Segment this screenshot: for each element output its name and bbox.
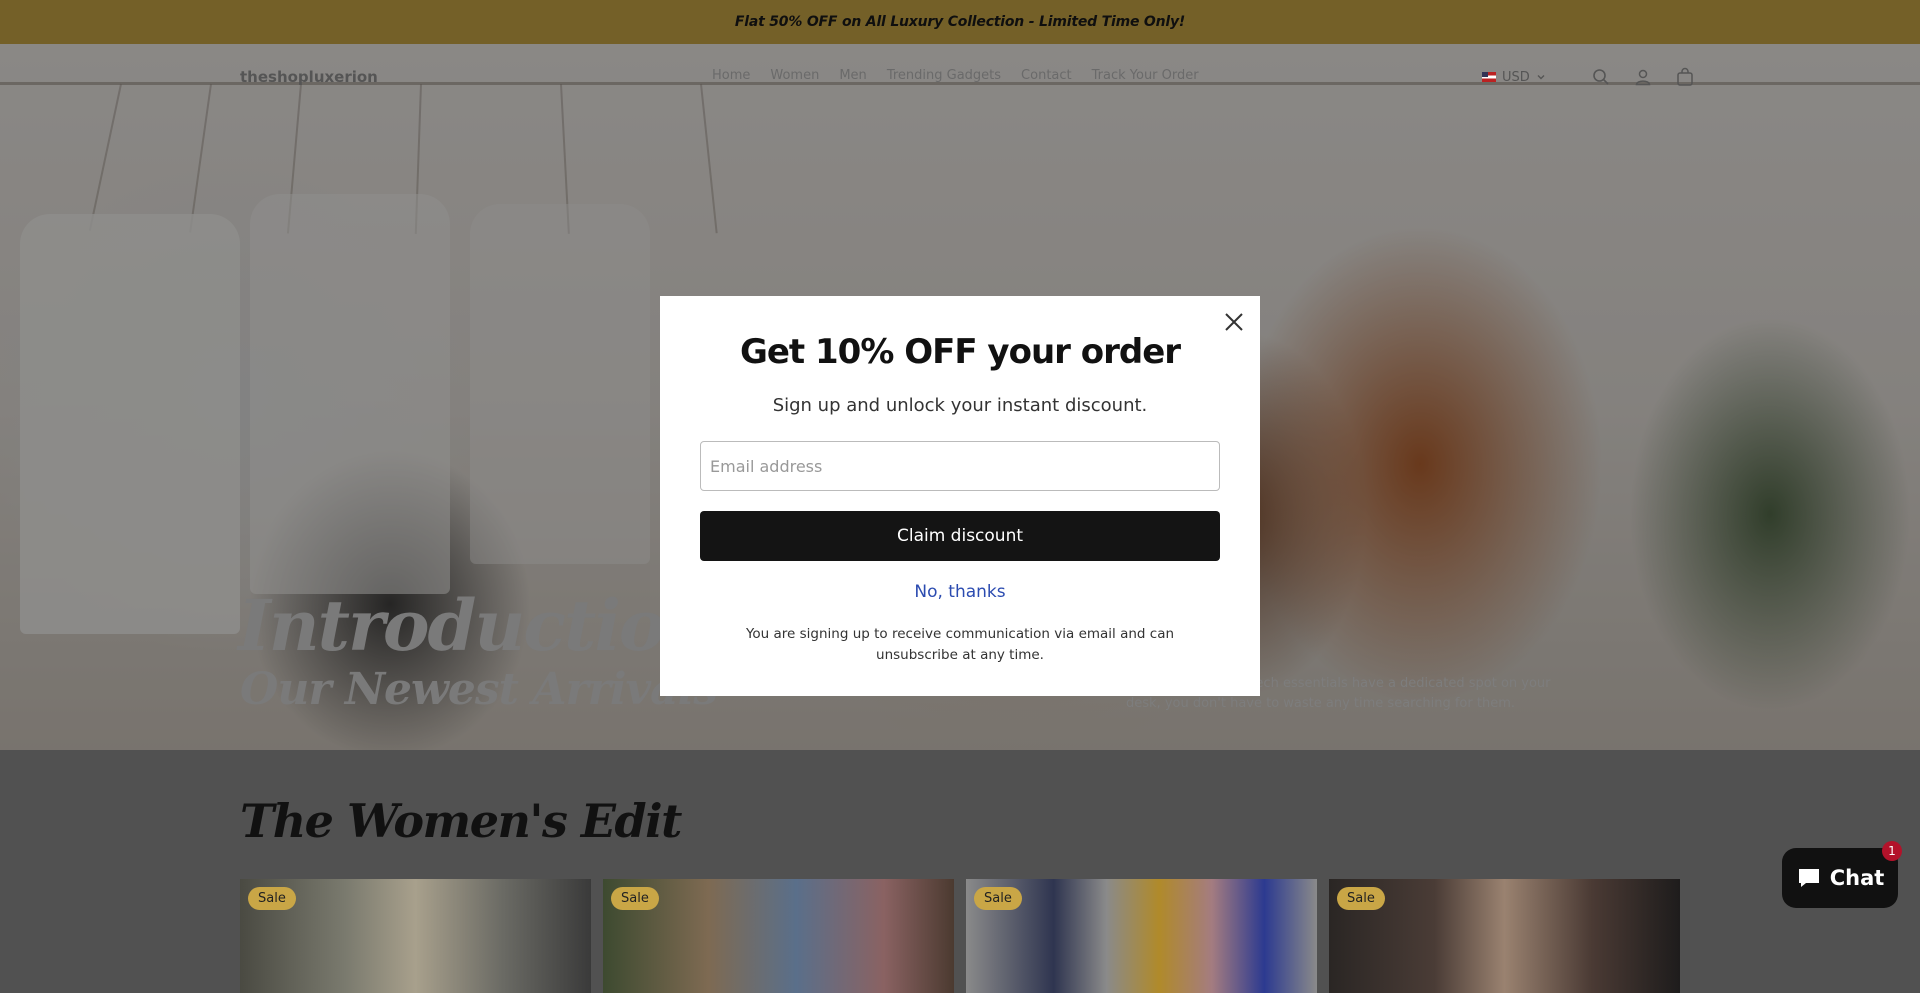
main-nav: Home Women Men Trending Gadgets Contact …	[712, 68, 1199, 83]
nav-men[interactable]: Men	[839, 68, 866, 83]
search-icon[interactable]	[1590, 66, 1612, 88]
product-card[interactable]: Sale	[603, 879, 954, 993]
sale-badge: Sale	[248, 887, 296, 910]
chat-notification-badge: 1	[1882, 841, 1902, 861]
sale-badge: Sale	[611, 887, 659, 910]
chevron-down-icon	[1537, 75, 1545, 80]
site-header: theshopluxerion Home Women Men Trending …	[0, 44, 1920, 112]
email-field[interactable]	[700, 441, 1220, 491]
product-card[interactable]: Sale	[966, 879, 1317, 993]
currency-selector[interactable]: USD	[1482, 70, 1546, 85]
nav-trending-gadgets[interactable]: Trending Gadgets	[887, 68, 1001, 83]
claim-discount-button[interactable]: Claim discount	[700, 511, 1220, 561]
chat-bubble-icon	[1798, 869, 1819, 887]
section-title: The Women's Edit	[240, 794, 682, 848]
nav-home[interactable]: Home	[712, 68, 750, 83]
hero-description-line: desk, you don't have to waste any time s…	[1126, 696, 1515, 711]
modal-title: Get 10% OFF your order	[739, 332, 1181, 372]
nav-track-order[interactable]: Track Your Order	[1092, 68, 1199, 83]
product-card[interactable]: Sale	[1329, 879, 1680, 993]
site-logo[interactable]: theshopluxerion	[240, 68, 378, 86]
no-thanks-link[interactable]: No, thanks	[660, 582, 1260, 602]
product-card[interactable]: Sale	[240, 879, 591, 993]
signup-disclaimer: You are signing up to receive communicat…	[745, 626, 1175, 663]
hero-subtitle: Our Newest Arrivals	[240, 664, 718, 715]
currency-label: USD	[1502, 69, 1530, 85]
sale-badge: Sale	[1337, 887, 1385, 910]
nav-contact[interactable]: Contact	[1021, 68, 1072, 83]
sale-badge: Sale	[974, 887, 1022, 910]
chat-button[interactable]: Chat	[1782, 848, 1898, 908]
flag-us-icon	[1482, 72, 1496, 82]
hero-title: Introduction	[238, 584, 715, 667]
modal-subtitle: Sign up and unlock your instant discount…	[772, 395, 1148, 416]
header-actions: USD	[1482, 66, 1696, 88]
discount-modal: Get 10% OFF your order Sign up and unloc…	[660, 296, 1260, 696]
product-grid: Sale Sale Sale Sale	[240, 879, 1680, 993]
chat-label: Chat	[1829, 866, 1885, 890]
nav-women[interactable]: Women	[770, 68, 819, 83]
cart-icon[interactable]	[1674, 66, 1696, 88]
account-icon[interactable]	[1632, 66, 1654, 88]
